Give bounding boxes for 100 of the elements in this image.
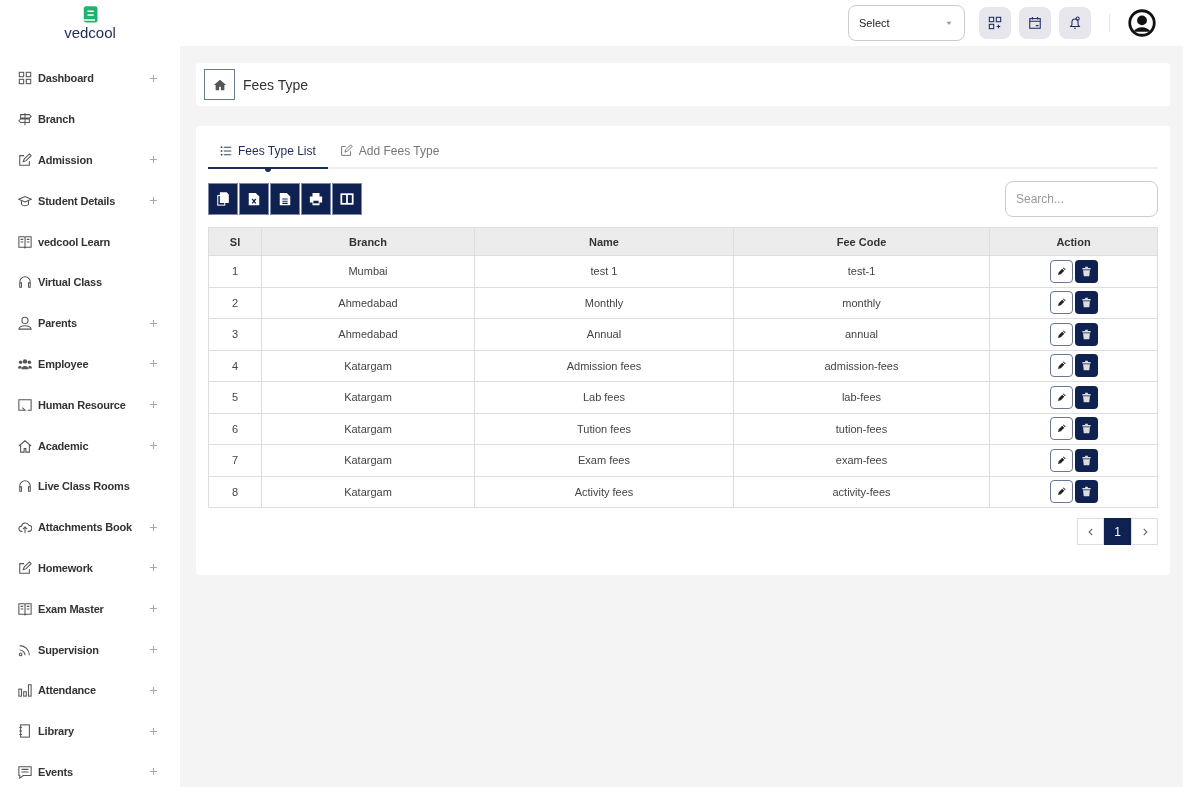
table-cell: Ahmedabad xyxy=(261,318,475,350)
tab[interactable]: Fees Type List xyxy=(208,134,328,169)
edit-button[interactable] xyxy=(1049,480,1073,504)
headset-icon xyxy=(18,275,32,290)
notification-button[interactable] xyxy=(1059,7,1091,39)
table-cell: Activity fees xyxy=(474,476,734,508)
user-avatar-icon xyxy=(1128,9,1156,37)
home-icon xyxy=(212,77,227,92)
sidebar-item[interactable]: Events xyxy=(0,751,180,787)
delete-button[interactable] xyxy=(1074,417,1098,441)
select-dropdown[interactable]: Select xyxy=(848,5,965,41)
sidebar-item[interactable]: Attendance xyxy=(0,669,180,711)
pen-icon xyxy=(1055,328,1067,340)
edit-button[interactable] xyxy=(1049,354,1073,378)
table-cell: Mumbai xyxy=(261,255,475,287)
bell-icon xyxy=(1068,16,1082,30)
edit-button[interactable] xyxy=(1049,417,1073,441)
sidebar-item[interactable]: Employee xyxy=(0,343,180,385)
table-cell: 8 xyxy=(208,476,262,508)
edit-button[interactable] xyxy=(1049,448,1073,472)
edit-icon xyxy=(339,144,353,157)
table-cell: Annual xyxy=(474,318,734,350)
delete-button[interactable] xyxy=(1074,322,1098,346)
home-button[interactable] xyxy=(204,69,235,100)
table-cell: Katargam xyxy=(261,381,475,413)
sidebar-item[interactable]: Virtual Class xyxy=(0,262,180,303)
table-cell: Katargam xyxy=(261,350,475,382)
sidebar-item[interactable]: Academic xyxy=(0,425,180,466)
trash-icon xyxy=(1080,265,1092,277)
print-button[interactable] xyxy=(301,183,331,215)
page-title: Fees Type xyxy=(243,76,309,93)
delete-button[interactable] xyxy=(1074,354,1098,378)
logo-text: vedcool xyxy=(64,25,116,41)
table-cell: exam-fees xyxy=(733,444,990,476)
delete-button[interactable] xyxy=(1074,480,1098,504)
delete-button[interactable] xyxy=(1074,385,1098,409)
excel-button[interactable] xyxy=(239,183,269,215)
tab[interactable]: Add Fees Type xyxy=(327,134,452,169)
sidebar-item[interactable]: Homework xyxy=(0,547,180,589)
sidebar-item[interactable]: Human Resource xyxy=(0,384,180,426)
pen-icon xyxy=(1055,360,1067,372)
columns-button[interactable] xyxy=(332,183,362,215)
edit-button[interactable] xyxy=(1049,259,1073,283)
sidebar-item[interactable]: Exam Master xyxy=(0,588,180,630)
trash-icon xyxy=(1080,423,1092,435)
sidebar-item[interactable]: Admission xyxy=(0,139,180,181)
table-cell: Monthly xyxy=(474,287,734,319)
sidebar-item[interactable]: Student Details xyxy=(0,180,180,222)
trash-icon xyxy=(1080,486,1092,498)
table-cell: test-1 xyxy=(733,255,990,287)
trash-icon xyxy=(1080,391,1092,403)
columns-icon xyxy=(340,192,354,206)
excel-file-icon xyxy=(247,192,261,206)
table-cell: Katargam xyxy=(261,444,475,476)
page-button[interactable]: 1 xyxy=(1104,518,1131,545)
table-cell: 7 xyxy=(208,444,262,476)
sidebar-item[interactable]: Supervision xyxy=(0,629,180,670)
edit-icon xyxy=(18,560,32,575)
pen-icon xyxy=(1055,297,1067,309)
bar-chart-icon xyxy=(18,683,32,698)
pen-icon xyxy=(1055,486,1067,498)
sidebar-item[interactable]: Attachments Book xyxy=(0,506,180,548)
table-cell: 5 xyxy=(208,381,262,413)
table-cell: 4 xyxy=(208,350,262,382)
add-widget-button[interactable] xyxy=(979,7,1011,39)
table-cell: 3 xyxy=(208,318,262,350)
delete-button[interactable] xyxy=(1074,259,1098,283)
book-icon xyxy=(18,601,32,616)
sidebar-item[interactable]: Branch xyxy=(0,98,180,140)
trash-icon xyxy=(1080,454,1092,466)
edit-button[interactable] xyxy=(1049,322,1073,346)
csv-button[interactable] xyxy=(270,183,300,215)
sidebar-item[interactable]: Dashboard xyxy=(0,58,180,99)
trash-icon xyxy=(1080,360,1092,372)
copy-button[interactable] xyxy=(208,183,238,215)
edit-icon xyxy=(18,153,32,167)
delete-button[interactable] xyxy=(1074,448,1098,472)
user-icon xyxy=(18,316,32,331)
sidebar-item[interactable]: vedcool Learn xyxy=(0,221,180,262)
table-cell: 6 xyxy=(208,413,262,445)
table-cell: 1 xyxy=(208,255,262,287)
screen-icon xyxy=(18,397,32,412)
document-icon xyxy=(278,192,292,206)
edit-button[interactable] xyxy=(1049,385,1073,409)
sidebar-item[interactable]: Parents xyxy=(0,302,180,344)
calendar-button[interactable] xyxy=(1019,7,1051,39)
sidebar-item[interactable]: Library xyxy=(0,710,180,752)
graduation-cap-icon xyxy=(18,193,32,208)
delete-button[interactable] xyxy=(1074,291,1098,315)
rss-icon xyxy=(18,642,32,657)
search-field[interactable]: Search... xyxy=(1005,181,1158,217)
grid-plus-icon xyxy=(988,16,1002,30)
sidebar-item[interactable]: Live Class Rooms xyxy=(0,465,180,507)
pen-icon xyxy=(1055,423,1067,435)
column-header: Branch xyxy=(261,227,475,256)
chat-icon xyxy=(18,764,32,779)
signpost-icon xyxy=(18,112,32,127)
edit-button[interactable] xyxy=(1049,291,1073,315)
table-cell: test 1 xyxy=(474,255,734,287)
table-cell: Tution fees xyxy=(474,413,734,445)
